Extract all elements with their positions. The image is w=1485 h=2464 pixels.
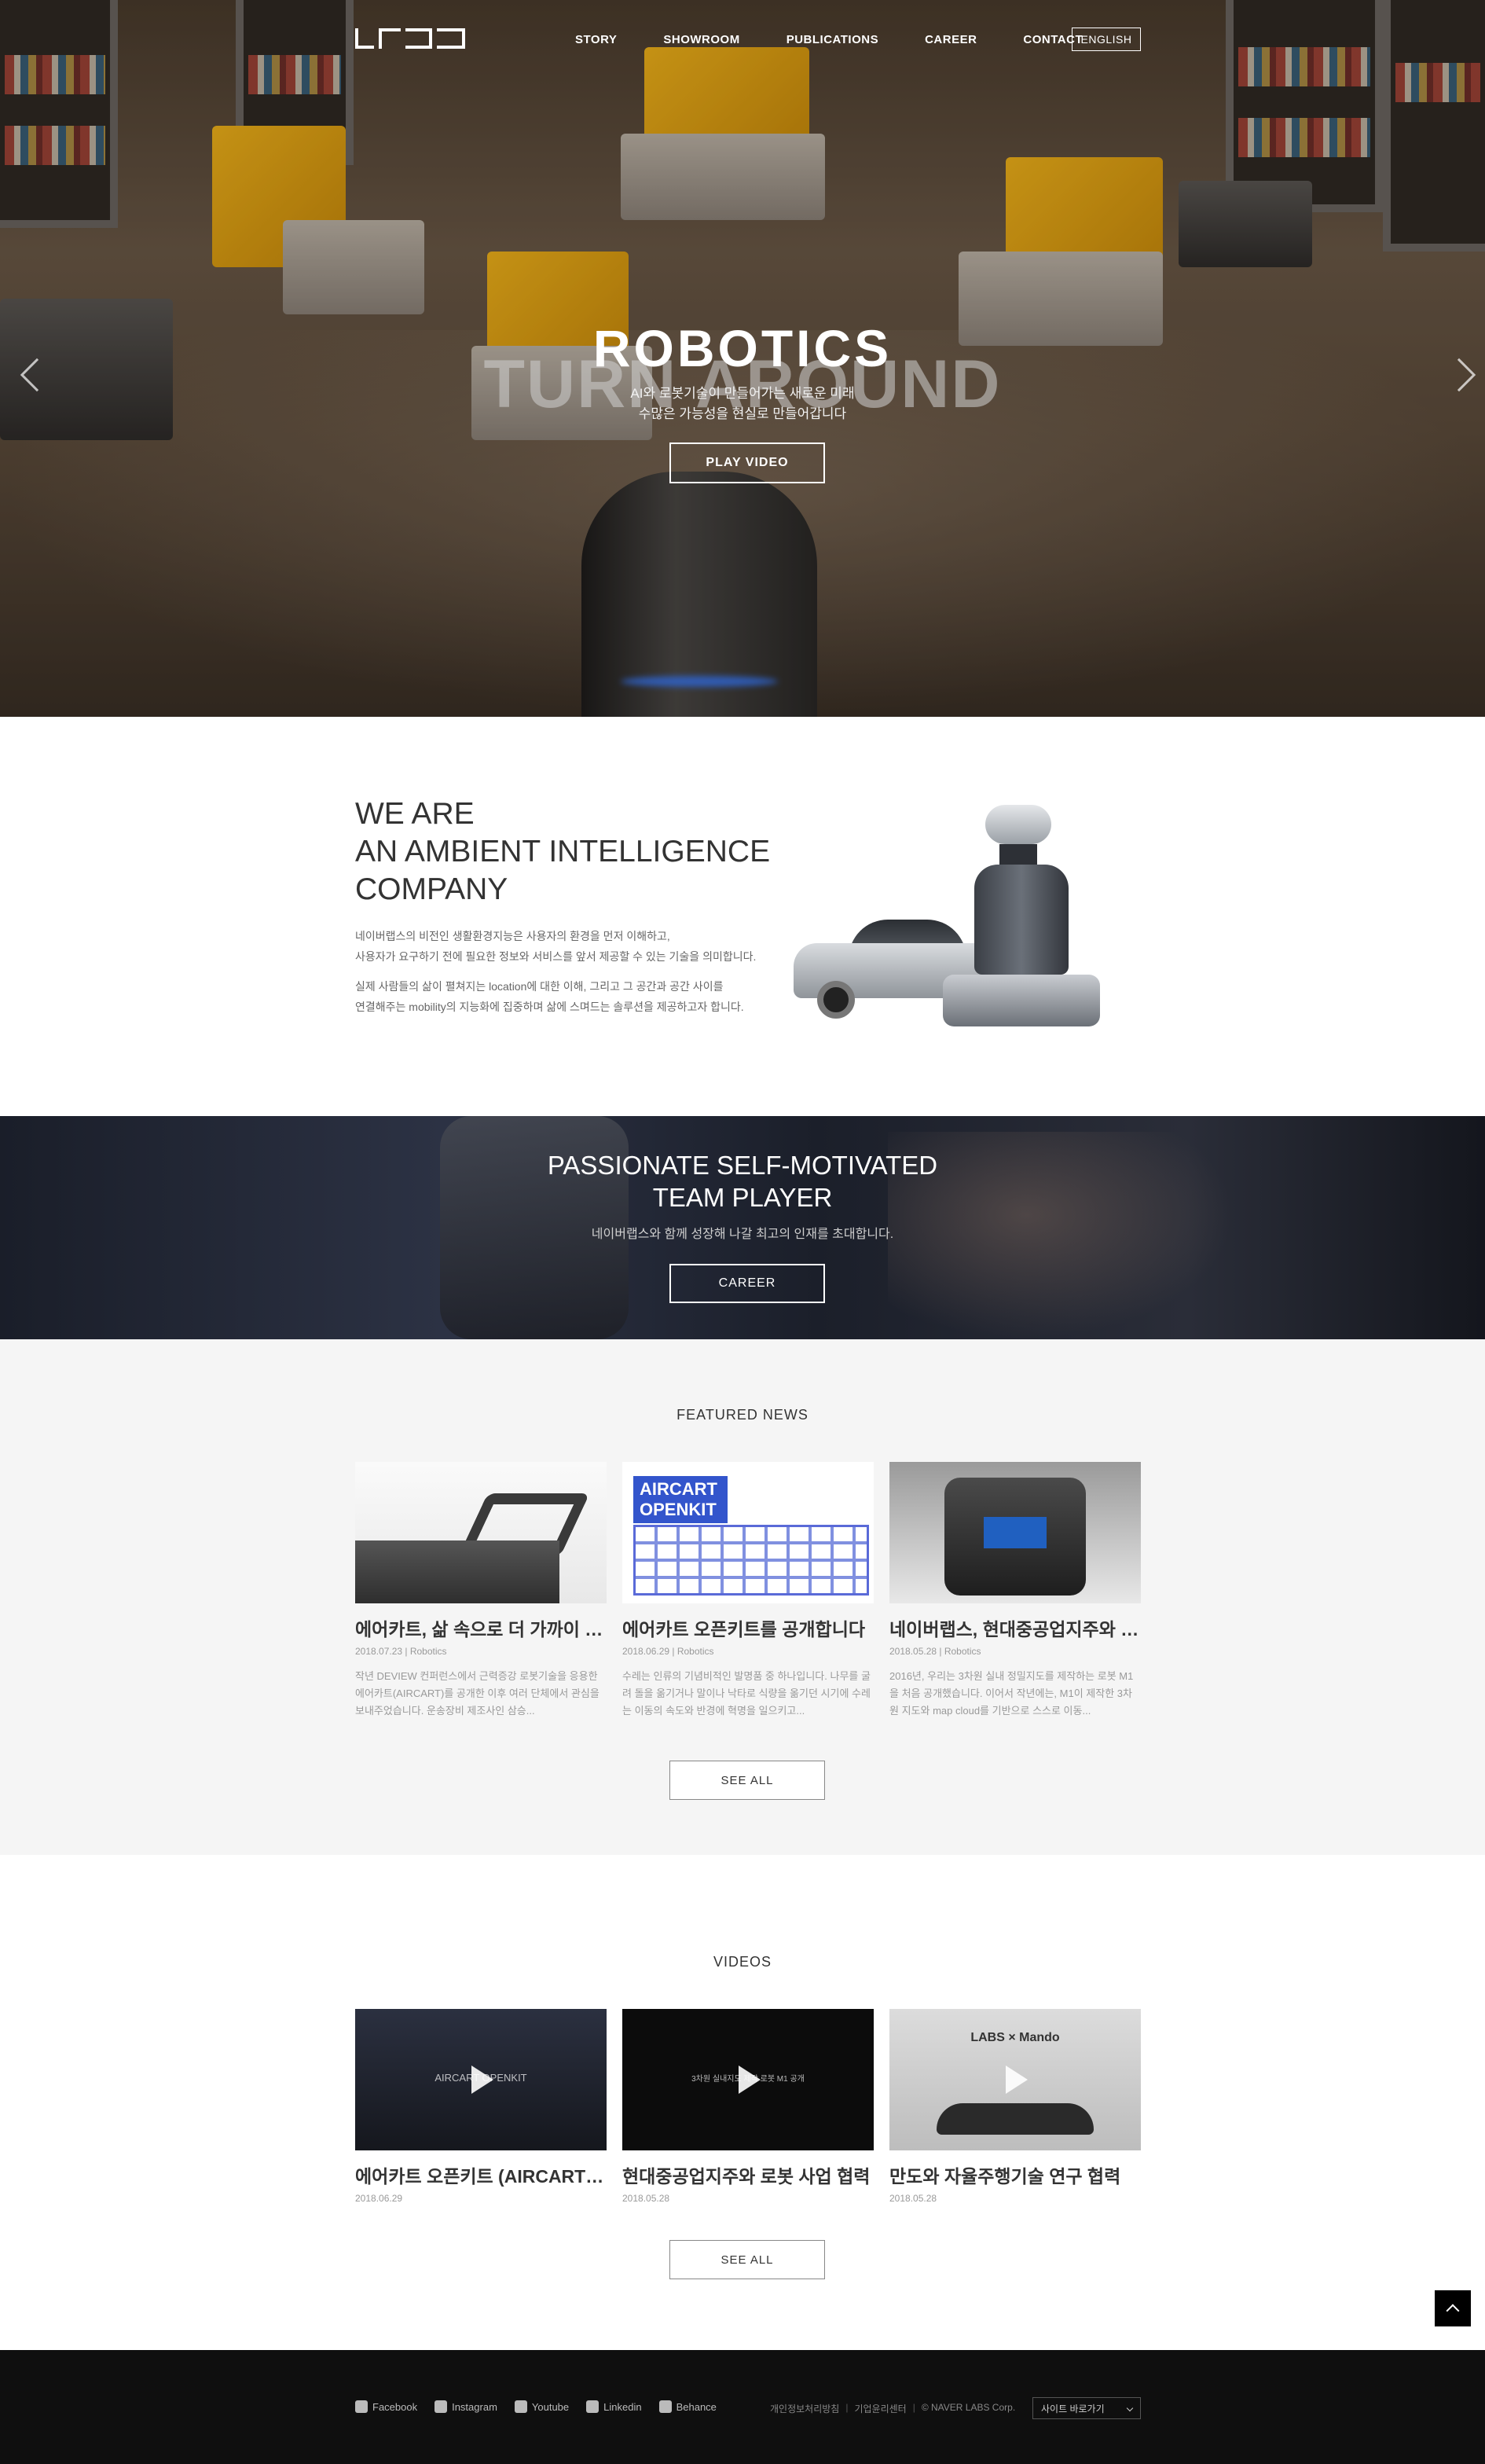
top-navigation: STORY SHOWROOM PUBLICATIONS CAREER CONTA… [0, 0, 1485, 79]
linkedin-icon [586, 2400, 600, 2413]
career-button[interactable]: CAREER [669, 1264, 825, 1303]
news-description: 수레는 인류의 기념비적인 발명품 중 하나입니다. 나무를 굴려 돌을 옮기거… [622, 1670, 871, 1717]
facebook-icon [355, 2400, 368, 2413]
career-subtitle: 네이버랩스와 함께 성장해 나갈 최고의 인재를 초대합니다. [591, 1228, 894, 1241]
news-card[interactable]: 네이버랩스, 현대중공업지주와 로봇 사업 협력 2018.05.28 | Ro… [889, 1462, 1141, 1720]
family-site-select[interactable]: 사이트 바로가기 [1032, 2397, 1141, 2419]
language-button[interactable]: ENGLISH [1072, 28, 1141, 51]
play-icon[interactable] [739, 2066, 761, 2094]
privacy-policy-link[interactable]: 개인정보처리방침 [770, 2402, 839, 2415]
nav-story[interactable]: STORY [575, 33, 617, 46]
youtube-icon [514, 2400, 527, 2413]
behance-link[interactable]: Behance [658, 2400, 717, 2413]
news-thumbnail[interactable] [889, 1462, 1141, 1603]
video-thumbnail[interactable]: LABS × Mando [889, 2009, 1141, 2150]
play-icon[interactable] [1006, 2066, 1028, 2094]
news-title[interactable]: 에어카트, 삶 속으로 더 가까이 - 에어카트 오픈키트 [355, 1614, 607, 1641]
videos-heading: VIDEOS [713, 1954, 772, 1970]
news-description: 2016년, 우리는 3차원 실내 정밀지도를 제작하는 로봇 M1을 처음 공… [889, 1670, 1134, 1717]
news-see-all-button[interactable]: SEE ALL [669, 1761, 825, 1800]
main-menu: STORY SHOWROOM PUBLICATIONS CAREER CONTA… [575, 33, 1129, 46]
video-date: 2018.05.28 [889, 2193, 937, 2204]
labs-logo[interactable] [355, 28, 465, 49]
video-thumbnail[interactable]: 3차원 실내지도 제작 로봇 M1 공개 [622, 2009, 874, 2150]
video-title[interactable]: 현대중공업지주와 로봇 사업 협력 [622, 2161, 874, 2188]
facebook-link[interactable]: Facebook [355, 2400, 417, 2413]
news-thumbnail[interactable] [355, 1462, 607, 1603]
linkedin-link[interactable]: Linkedin [586, 2400, 642, 2413]
news-meta: 2018.05.28 | Robotics [889, 1646, 981, 1657]
news-meta: 2018.07.23 | Robotics [355, 1646, 447, 1657]
social-links: Facebook Instagram Youtube Linkedin Beha… [355, 2400, 734, 2413]
footer-links: 개인정보처리방침 | 기업윤리센터 | © NAVER LABS Corp. [770, 2402, 1016, 2415]
instagram-icon [434, 2400, 448, 2413]
behance-icon [658, 2400, 672, 2413]
ethics-center-link[interactable]: 기업윤리센터 [854, 2402, 906, 2415]
news-meta: 2018.06.29 | Robotics [622, 1646, 714, 1657]
instagram-link[interactable]: Instagram [434, 2400, 497, 2413]
nav-publications[interactable]: PUBLICATIONS [786, 33, 878, 46]
hero-subtitle: AI와 로봇기술이 만들어가는 새로운 미래 수많은 가능성을 현실로 만들어갑… [630, 386, 855, 421]
youtube-link[interactable]: Youtube [514, 2400, 569, 2413]
video-card[interactable]: AIRCART OPENKIT 에어카트 오픈키트 (AIRCART OPENK… [355, 2009, 607, 2204]
scroll-top-button[interactable] [1435, 2290, 1471, 2326]
copyright-text: © NAVER LABS Corp. [921, 2402, 1016, 2413]
video-date: 2018.06.29 [355, 2193, 403, 2204]
news-card[interactable]: 에어카트, 삶 속으로 더 가까이 - 에어카트 오픈키트 2018.07.23… [355, 1462, 607, 1720]
featured-news-heading: FEATURED NEWS [676, 1407, 808, 1423]
about-heading: WE ARE AN AMBIENT INTELLIGENCE COMPANY [355, 797, 771, 906]
career-title: PASSIONATE SELF-MOTIVATED TEAM PLAYER [547, 1151, 938, 1212]
play-video-button[interactable]: PLAY VIDEO [669, 442, 825, 483]
video-card[interactable]: 3차원 실내지도 제작 로봇 M1 공개 현대중공업지주와 로봇 사업 협력 2… [622, 2009, 874, 2204]
nav-showroom[interactable]: SHOWROOM [663, 33, 739, 46]
play-icon[interactable] [471, 2066, 493, 2094]
video-thumbnail[interactable]: AIRCART OPENKIT [355, 2009, 607, 2150]
video-date: 2018.05.28 [622, 2193, 670, 2204]
nav-career[interactable]: CAREER [925, 33, 977, 46]
hero-section: TURN AROUND ROBOTICS AI와 로봇기술이 만들어가는 새로운… [0, 0, 1485, 717]
news-title[interactable]: 에어카트 오픈키트를 공개합니다 [622, 1614, 874, 1641]
video-title[interactable]: 에어카트 오픈키트 (AIRCART OPENKIT) [355, 2161, 607, 2188]
videos-see-all-button[interactable]: SEE ALL [669, 2240, 825, 2279]
robot-m1-image [985, 805, 1051, 844]
hero-title: ROBOTICS [592, 319, 893, 377]
news-thumbnail[interactable]: AIRCART OPENKIT [622, 1462, 874, 1603]
news-title[interactable]: 네이버랩스, 현대중공업지주와 로봇 사업 협력 [889, 1614, 1141, 1641]
about-paragraph-1: 네이버랩스의 비전인 생활환경지능은 사용자의 환경을 먼저 이해하고, 사용자… [355, 930, 757, 963]
video-card[interactable]: LABS × Mando 만도와 자율주행기술 연구 협력 2018.05.28 [889, 2009, 1141, 2204]
video-title[interactable]: 만도와 자율주행기술 연구 협력 [889, 2161, 1141, 2188]
news-description: 작년 DEVIEW 컨퍼런스에서 근력증강 로봇기술을 응용한 에어카트(AIR… [355, 1670, 600, 1717]
footer [0, 2350, 1485, 2464]
news-card[interactable]: AIRCART OPENKIT 에어카트 오픈키트를 공개합니다 2018.06… [622, 1462, 874, 1720]
about-paragraph-2: 실제 사람들의 삶이 펼쳐지는 location에 대한 이해, 그리고 그 공… [355, 980, 744, 1013]
